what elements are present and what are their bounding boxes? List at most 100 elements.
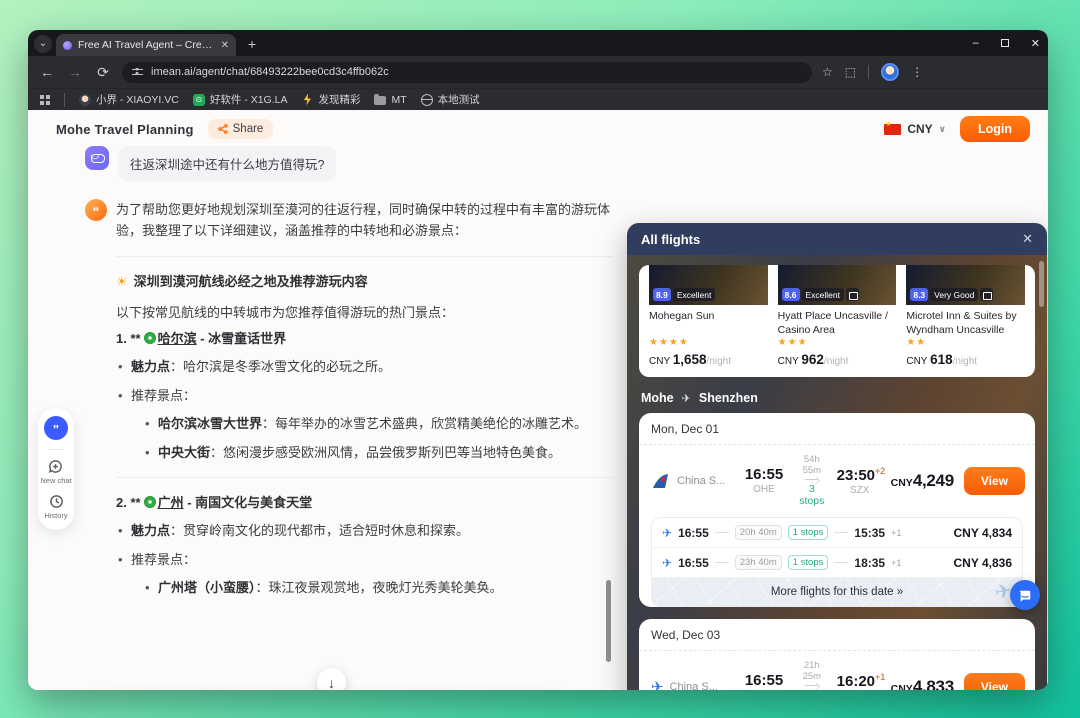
hotel-photo: 8.3Very Good bbox=[906, 265, 1025, 305]
hotel-stars: ★★★ bbox=[778, 337, 897, 348]
maximize-button[interactable] bbox=[1001, 39, 1009, 47]
hotel-card[interactable]: 8.3Very Good Microtel Inn & Suites by Wy… bbox=[906, 265, 1025, 367]
extensions-icon[interactable]: ⬚ bbox=[845, 65, 856, 79]
flight-date: Mon, Dec 01 bbox=[639, 413, 1035, 445]
view-button[interactable]: View bbox=[964, 673, 1025, 691]
alt-flight-row[interactable]: ✈ 16:55 20h 40m 1 stops 15:35+1 CNY 4,83… bbox=[652, 518, 1022, 548]
departure: 16:55 OHE bbox=[741, 672, 787, 690]
close-button[interactable]: ✕ bbox=[1031, 37, 1040, 50]
alternative-flights: ✈ 16:55 20h 40m 1 stops 15:35+1 CNY 4,83… bbox=[651, 517, 1023, 607]
airline: ✈ China S... bbox=[651, 678, 733, 691]
user-message-bubble: 往返深圳途中还有什么地方值得玩? bbox=[118, 146, 336, 181]
bookmarks-bar: 小界 - XIAOYI.VC ⊙ 好软件 - X1G.LA 发现精彩 MT 本地… bbox=[28, 88, 1048, 110]
flight-price: CNY4,249 bbox=[891, 471, 954, 491]
main-flight-row[interactable]: China S... 16:55 OHE 54h 55m 3 stops bbox=[639, 445, 1035, 517]
china-flag-icon bbox=[884, 124, 901, 135]
user-avatar bbox=[85, 146, 109, 170]
browser-toolbar: ← → ⟳ imean.ai/agent/chat/68493222bee0cd… bbox=[28, 56, 1048, 88]
bookmark-folder-mt[interactable]: MT bbox=[374, 94, 406, 106]
bookmark-green-icon: ⊙ bbox=[193, 94, 205, 106]
apps-grid-icon[interactable] bbox=[40, 95, 50, 105]
more-flights-link[interactable]: More flights for this date » ✈ bbox=[652, 578, 1022, 606]
currency-selector[interactable]: CNY ∨ bbox=[884, 122, 946, 136]
tab-favicon-icon bbox=[63, 41, 72, 50]
hotel-stars: ★★ bbox=[906, 337, 1025, 348]
bookmark-item-x1g[interactable]: ⊙ 好软件 - X1G.LA bbox=[193, 92, 288, 107]
profile-avatar[interactable] bbox=[881, 63, 899, 81]
divider bbox=[116, 256, 613, 257]
page-header: Mohe Travel Planning Share CNY ∨ Login bbox=[28, 110, 1048, 142]
china-southern-logo bbox=[651, 473, 671, 489]
tab-search-button[interactable]: ⌄ bbox=[34, 35, 52, 53]
assistant-body: 为了帮助您更好地规划深圳至漠河的往返行程，同时确保中转的过程中有丰富的游玩体验，… bbox=[116, 199, 613, 594]
share-button[interactable]: Share bbox=[208, 119, 274, 139]
new-chat-icon bbox=[48, 459, 63, 474]
forward-button[interactable]: → bbox=[66, 64, 84, 80]
arrival: 16:20+1 SZX bbox=[837, 672, 883, 691]
sidebar-divider bbox=[48, 449, 64, 450]
hotel-card[interactable]: 8.9Excellent Mohegan Sun ★★★★ CNY 1,658/… bbox=[649, 265, 768, 367]
support-chat-button[interactable] bbox=[1010, 580, 1040, 610]
back-button[interactable]: ← bbox=[38, 64, 56, 80]
plane-icon: ✈ bbox=[662, 526, 672, 540]
route-header: Mohe ✈ Shenzhen bbox=[641, 391, 1033, 405]
scroll-to-bottom-button[interactable]: ↓ bbox=[317, 668, 346, 690]
chat-scrollbar[interactable] bbox=[606, 580, 611, 662]
new-chat-button[interactable]: New chat bbox=[40, 459, 71, 485]
bookmark-item-xiaoyi[interactable]: 小界 - XIAOYI.VC bbox=[79, 92, 179, 107]
hotel-price: CNY 618/night bbox=[906, 352, 1025, 367]
imean-logo[interactable]: " bbox=[44, 416, 68, 440]
panel-body: 8.9Excellent Mohegan Sun ★★★★ CNY 1,658/… bbox=[627, 255, 1047, 690]
hotel-name: Mohegan Sun bbox=[649, 310, 768, 337]
rating-score: 8.9 bbox=[653, 288, 671, 301]
city-link[interactable]: 广州 bbox=[158, 495, 184, 510]
assistant-intro: 为了帮助您更好地规划深圳至漠河的往返行程，同时确保中转的过程中有丰富的游玩体验，… bbox=[116, 199, 613, 242]
history-button[interactable]: History bbox=[44, 494, 67, 520]
bookmark-star-icon[interactable]: ☆ bbox=[822, 65, 833, 79]
bookmarks-divider bbox=[64, 93, 65, 107]
plane-icon: ✈ bbox=[651, 678, 664, 691]
duration-stops: 54h 55m 3 stops bbox=[795, 454, 829, 507]
panel-scrollbar[interactable] bbox=[1039, 261, 1044, 307]
city-details: 魅力点：哈尔滨是冬季冰雪文化的必玩之所。 推荐景点： 哈尔滨冰雪大世界：每年举办… bbox=[118, 356, 613, 463]
view-button[interactable]: View bbox=[964, 467, 1025, 495]
history-icon bbox=[49, 494, 64, 509]
chat-thread: 往返深圳途中还有什么地方值得玩? " 为了帮助您更好地规划深圳至漠河的往返行程，… bbox=[85, 146, 613, 594]
page-title: Mohe Travel Planning bbox=[56, 122, 194, 137]
hotel-name: Hyatt Place Uncasville / Casino Area bbox=[778, 310, 897, 337]
hotel-card[interactable]: 8.6Excellent Hyatt Place Uncasville / Ca… bbox=[778, 265, 897, 367]
menu-icon[interactable]: ⋮ bbox=[911, 65, 923, 79]
reload-button[interactable]: ⟳ bbox=[94, 64, 112, 81]
bookmark-item-localtest[interactable]: 本地测试 bbox=[421, 92, 480, 107]
panel-close-icon[interactable]: ✕ bbox=[1022, 231, 1033, 247]
hotel-photo: 8.9Excellent bbox=[649, 265, 768, 305]
bookmark-item-discover[interactable]: 发现精彩 bbox=[301, 92, 360, 107]
assistant-avatar: " bbox=[85, 199, 107, 221]
header-right: CNY ∨ Login bbox=[884, 116, 1030, 142]
user-message: 往返深圳途中还有什么地方值得玩? bbox=[85, 146, 613, 181]
tab-title: Free AI Travel Agent – Create bbox=[78, 39, 215, 51]
login-button[interactable]: Login bbox=[960, 116, 1030, 142]
chat-bubble-icon bbox=[1018, 589, 1032, 603]
browser-window: ⌄ Free AI Travel Agent – Create ✕ + – ✕ … bbox=[28, 30, 1048, 690]
flight-date: Wed, Dec 03 bbox=[639, 619, 1035, 651]
hotel-price: CNY 1,658/night bbox=[649, 352, 768, 367]
main-flight-row[interactable]: ✈ China S... 16:55 OHE 21h 25m 1 stops bbox=[639, 651, 1035, 690]
location-icon bbox=[144, 332, 156, 344]
airline: China S... bbox=[651, 473, 733, 489]
alt-flight-row[interactable]: ✈ 16:55 23h 40m 1 stops 18:35+1 CNY 4,83… bbox=[652, 548, 1022, 578]
address-bar[interactable]: imean.ai/agent/chat/68493222bee0cd3c4ffb… bbox=[122, 62, 812, 83]
toolbar-divider bbox=[868, 65, 869, 79]
divider bbox=[116, 477, 613, 478]
tab-close-icon[interactable]: ✕ bbox=[221, 40, 229, 51]
new-tab-button[interactable]: + bbox=[242, 34, 262, 54]
browser-tab[interactable]: Free AI Travel Agent – Create ✕ bbox=[56, 34, 236, 56]
city-link[interactable]: 哈尔滨 bbox=[158, 331, 197, 346]
all-flights-panel: All flights ✕ 8.9Excellent Mohegan Sun ★… bbox=[627, 223, 1047, 690]
plane-icon: ✈ bbox=[662, 556, 672, 570]
hotel-name: Microtel Inn & Suites by Wyndham Uncasvi… bbox=[906, 310, 1025, 337]
hotel-cards: 8.9Excellent Mohegan Sun ★★★★ CNY 1,658/… bbox=[639, 265, 1035, 377]
site-settings-icon[interactable] bbox=[132, 68, 143, 77]
rating-label: Excellent bbox=[673, 288, 716, 301]
minimize-button[interactable]: – bbox=[973, 37, 979, 49]
